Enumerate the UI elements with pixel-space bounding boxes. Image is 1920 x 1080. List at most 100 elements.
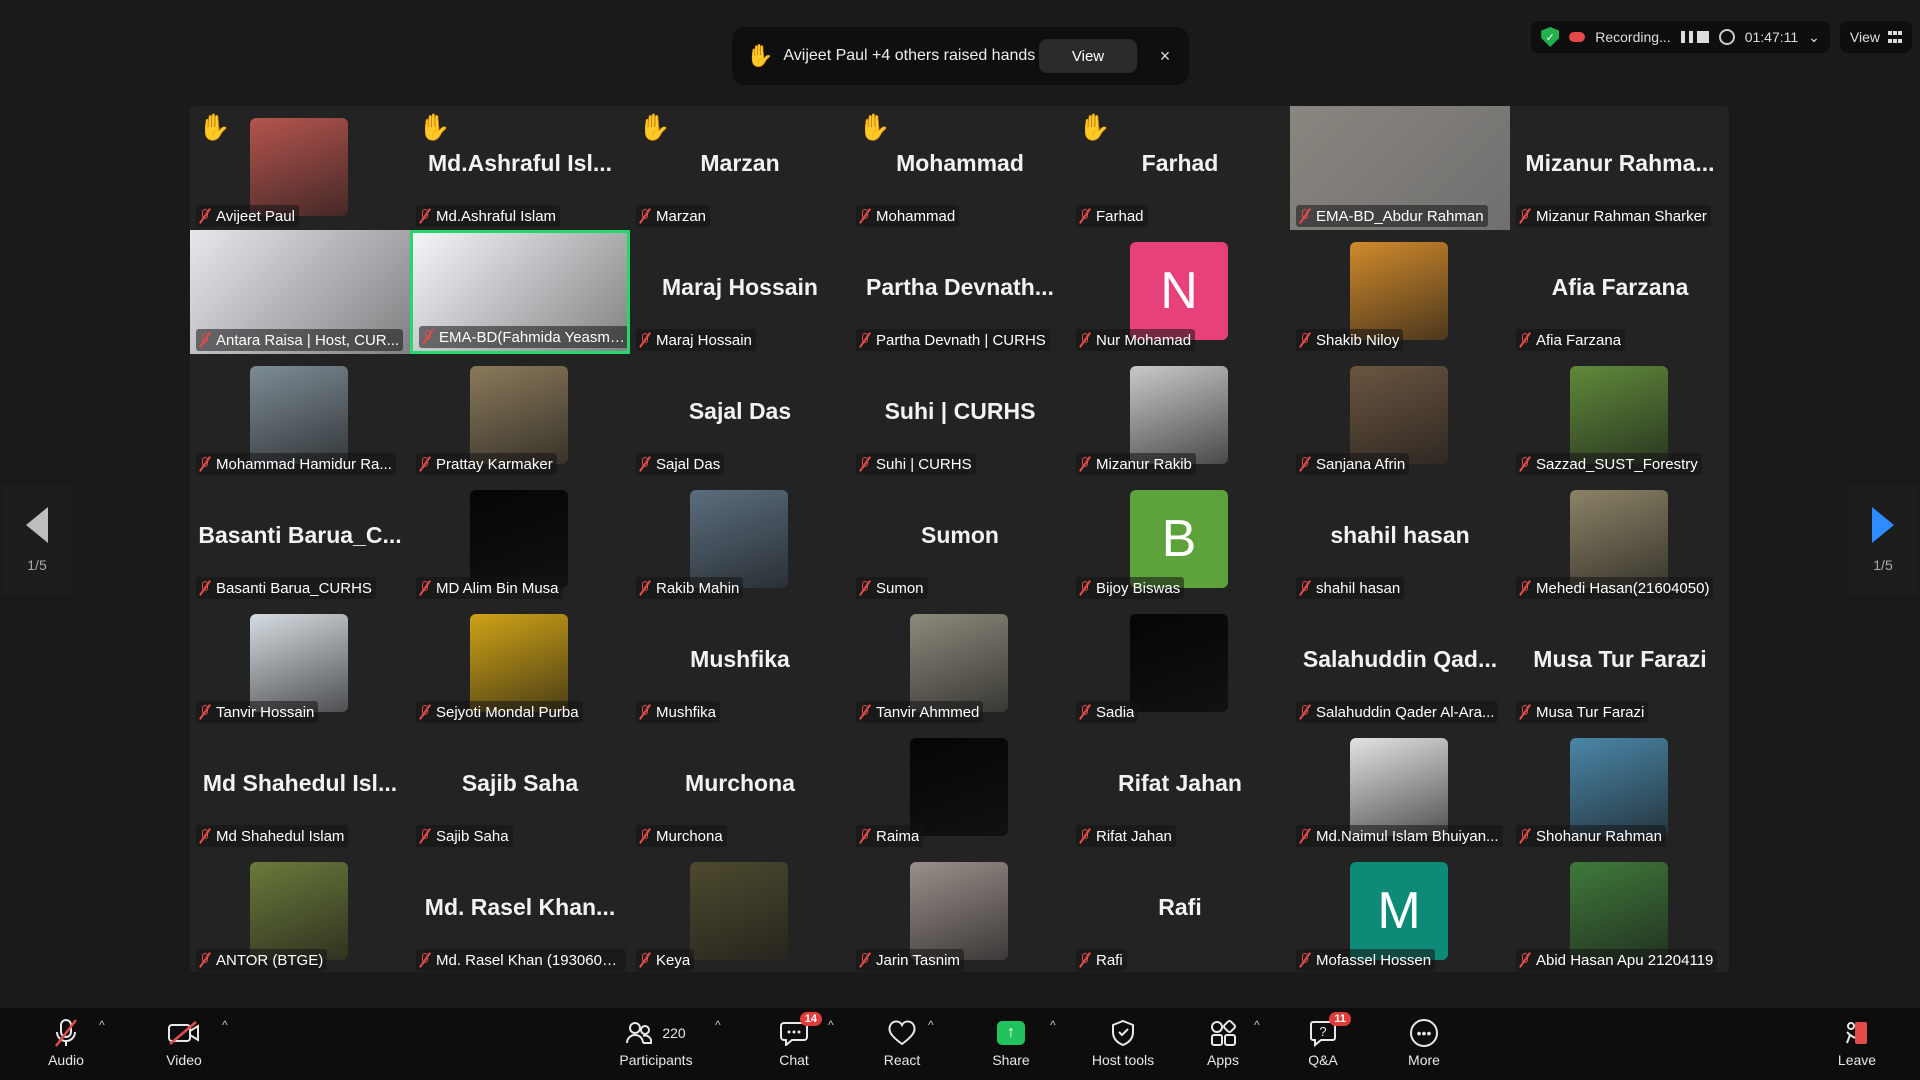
participant-tile[interactable]: Rakib Mahin	[630, 478, 850, 602]
participant-tile[interactable]: Md Shahedul Isl... Md Shahedul Islam	[190, 726, 410, 850]
participant-tile[interactable]: Md.Ashraful Isl... ✋ Md.Ashraful Islam	[410, 106, 630, 230]
react-caret-icon[interactable]: ^	[928, 1018, 940, 1032]
participant-name: Sajal Das	[656, 455, 721, 473]
share-caret-icon[interactable]: ^	[1050, 1018, 1062, 1032]
participant-name: Partha Devnath | CURHS	[876, 331, 1046, 349]
participant-tile[interactable]: Musa Tur Farazi Musa Tur Farazi	[1510, 602, 1729, 726]
participant-tile[interactable]: Mehedi Hasan(21604050)	[1510, 478, 1729, 602]
participant-tile[interactable]: Sejyoti Mondal Purba	[410, 602, 630, 726]
participant-tile[interactable]: Tanvir Hossain	[190, 602, 410, 726]
participant-tile[interactable]: Jarin Tasnim	[850, 850, 1070, 972]
muted-microphone-icon	[418, 952, 432, 968]
view-raised-hands-button[interactable]: View	[1039, 39, 1137, 73]
pause-icon[interactable]	[1680, 31, 1693, 43]
participant-tile[interactable]: shahil hasan shahil hasan	[1290, 478, 1510, 602]
avatar	[250, 118, 348, 216]
recording-status[interactable]: ✓ Recording... 01:47:11 ⌄	[1531, 21, 1830, 53]
stop-icon[interactable]	[1696, 31, 1709, 43]
participant-tile[interactable]: Md.Naimul Islam Bhuiyan...	[1290, 726, 1510, 850]
participant-name-label: Musa Tur Farazi	[1516, 701, 1649, 723]
participant-tile[interactable]: M Mofassel Hossen	[1290, 850, 1510, 972]
participant-tile[interactable]: Salahuddin Qad... Salahuddin Qader Al-Ara…	[1290, 602, 1510, 726]
audio-options-caret-icon[interactable]: ^	[99, 1018, 111, 1032]
participant-name: Keya	[656, 951, 691, 969]
chevron-down-icon[interactable]: ⌄	[1808, 29, 1820, 46]
participant-tile[interactable]: Suhi | CURHS Suhi | CURHS	[850, 354, 1070, 478]
view-button[interactable]: View	[1839, 21, 1912, 53]
view-label: View	[1849, 29, 1880, 45]
participant-tile[interactable]: Tanvir Ahmmed	[850, 602, 1070, 726]
participant-tile[interactable]: MD Alim Bin Musa	[410, 478, 630, 602]
participant-tile[interactable]: Md. Rasel Khan... Md. Rasel Khan (1930608…	[410, 850, 630, 972]
chat-label: Chat	[779, 1052, 809, 1068]
video-button[interactable]: Video	[160, 1016, 208, 1076]
participant-tile[interactable]: Sajib Saha Sajib Saha	[410, 726, 630, 850]
next-page-button[interactable]: 1/5	[1848, 485, 1918, 595]
chat-caret-icon[interactable]: ^	[828, 1018, 840, 1032]
participant-tile[interactable]: Prattay Karmaker	[410, 354, 630, 478]
page-indicator-left: 1/5	[27, 557, 47, 573]
raised-hand-icon: ✋	[198, 112, 231, 142]
participant-tile[interactable]: Basanti Barua_C... Basanti Barua_CURHS	[190, 478, 410, 602]
participant-tile[interactable]: EMA-BD(Fahmida Yeasmin)	[410, 230, 630, 354]
participant-tile[interactable]: Rafi Rafi	[1070, 850, 1290, 972]
participant-tile[interactable]: Abid Hasan Apu 21204119	[1510, 850, 1729, 972]
participant-tile[interactable]: Mushfika Mushfika	[630, 602, 850, 726]
participant-tile[interactable]: Shakib Niloy	[1290, 230, 1510, 354]
participant-tile[interactable]: ANTOR (BTGE)	[190, 850, 410, 972]
participant-name-label: EMA-BD(Fahmida Yeasmin)	[419, 326, 627, 348]
participant-tile[interactable]: B Bijoy Biswas	[1070, 478, 1290, 602]
participants-button[interactable]: 220 Participants	[614, 1016, 698, 1076]
apps-caret-icon[interactable]: ^	[1254, 1018, 1266, 1032]
participant-name: Prattay Karmaker	[436, 455, 553, 473]
participant-display-name: Mushfika	[690, 646, 790, 672]
participant-tile[interactable]: Farhad ✋ Farhad	[1070, 106, 1290, 230]
participant-name-label: Suhi | CURHS	[856, 453, 976, 475]
participant-tile[interactable]: N Nur Mohamad	[1070, 230, 1290, 354]
participant-tile[interactable]: Afia Farzana Afia Farzana	[1510, 230, 1729, 354]
participant-name: shahil hasan	[1316, 579, 1401, 597]
participant-tile[interactable]: Mizanur Rahma... Mizanur Rahman Sharker	[1510, 106, 1729, 230]
participant-display-name: Mohammad	[896, 150, 1024, 176]
chat-badge: 14	[799, 1012, 822, 1026]
participant-tile[interactable]: Mohammad ✋ Mohammad	[850, 106, 1070, 230]
participant-tile[interactable]: Marzan ✋ Marzan	[630, 106, 850, 230]
participant-tile[interactable]: Maraj Hossain Maraj Hossain	[630, 230, 850, 354]
participant-name-label: Mizanur Rahman Sharker	[1516, 205, 1711, 227]
participant-tile[interactable]: Keya	[630, 850, 850, 972]
participant-tile[interactable]: Sumon Sumon	[850, 478, 1070, 602]
qa-button[interactable]: ? 11 Q&A	[1306, 1012, 1351, 1076]
muted-microphone-icon	[638, 332, 652, 348]
share-button[interactable]: ↑ Share	[990, 1016, 1032, 1076]
participant-tile[interactable]: Antara Raisa | Host, CUR...	[190, 230, 410, 354]
participants-caret-icon[interactable]: ^	[715, 1018, 727, 1032]
chat-button[interactable]: 14 Chat	[773, 1012, 822, 1076]
participant-tile[interactable]: Raima	[850, 726, 1070, 850]
participant-tile[interactable]: Rifat Jahan Rifat Jahan	[1070, 726, 1290, 850]
participant-tile[interactable]: Mohammad Hamidur Ra...	[190, 354, 410, 478]
participant-display-name: shahil hasan	[1330, 522, 1470, 548]
participant-tile[interactable]: Murchona Murchona	[630, 726, 850, 850]
participant-tile[interactable]: Shohanur Rahman	[1510, 726, 1729, 850]
audio-button[interactable]: Audio	[42, 1016, 90, 1076]
video-options-caret-icon[interactable]: ^	[222, 1018, 234, 1032]
muted-microphone-icon	[1518, 208, 1532, 224]
previous-page-button[interactable]: 1/5	[2, 485, 72, 595]
participant-tile[interactable]: EMA-BD_Abdur Rahman	[1290, 106, 1510, 230]
muted-microphone-icon	[1078, 332, 1092, 348]
close-icon[interactable]: ×	[1155, 46, 1175, 67]
host-tools-button[interactable]: Host tools	[1089, 1016, 1157, 1076]
participant-name: Sazzad_SUST_Forestry	[1536, 455, 1698, 473]
participant-tile[interactable]: ✋ Avijeet Paul	[190, 106, 410, 230]
participant-name: Suhi | CURHS	[876, 455, 972, 473]
participant-tile[interactable]: Sanjana Afrin	[1290, 354, 1510, 478]
react-button[interactable]: React	[880, 1016, 924, 1076]
participant-tile[interactable]: Sadia	[1070, 602, 1290, 726]
leave-button[interactable]: Leave	[1836, 1016, 1878, 1076]
apps-button[interactable]: Apps	[1203, 1016, 1243, 1076]
more-button[interactable]: ••• More	[1402, 1016, 1446, 1076]
participant-tile[interactable]: Partha Devnath... Partha Devnath | CURHS	[850, 230, 1070, 354]
participant-tile[interactable]: Sajal Das Sajal Das	[630, 354, 850, 478]
participant-tile[interactable]: Sazzad_SUST_Forestry	[1510, 354, 1729, 478]
participant-tile[interactable]: Mizanur Rakib	[1070, 354, 1290, 478]
